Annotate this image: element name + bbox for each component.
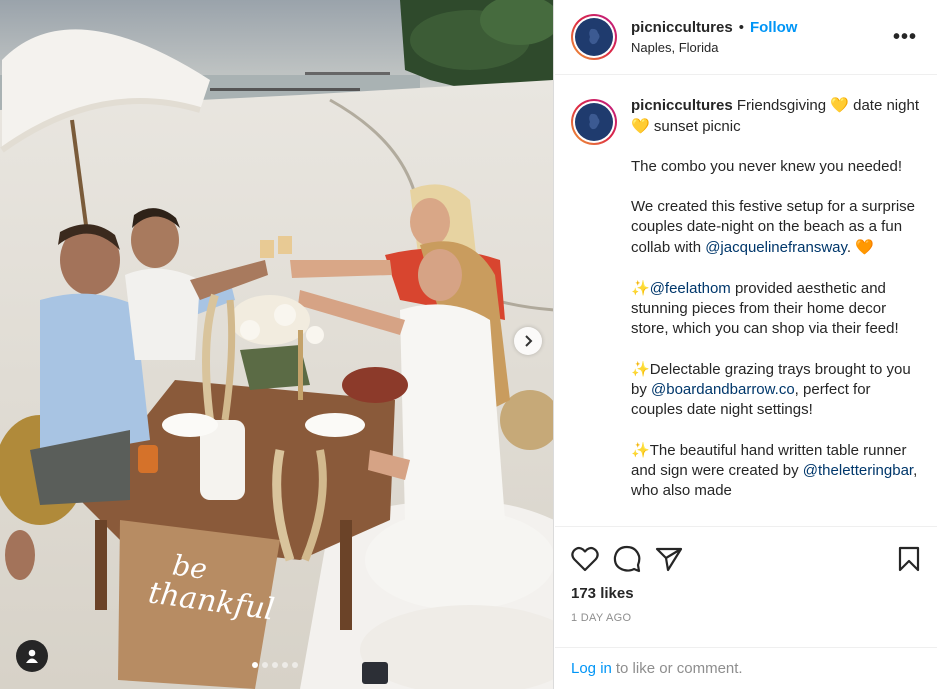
carousel-dot	[262, 662, 268, 668]
sparkles-icon: ✨	[631, 279, 650, 297]
comment-icon[interactable]	[613, 545, 641, 573]
post-timestamp[interactable]: 1 DAY AGO	[571, 612, 921, 624]
profile-logo-icon	[589, 28, 600, 45]
chevron-right-icon	[525, 335, 533, 347]
caption-paragraph-5: ✨Delectable grazing trays brought to you…	[631, 359, 921, 420]
header-username[interactable]: picniccultures	[631, 19, 733, 36]
caption-paragraph-6: ✨The beautiful hand written table runner…	[631, 440, 921, 501]
avatar[interactable]	[571, 14, 617, 60]
mention-link[interactable]: @theletteringbar	[803, 462, 913, 479]
tagged-users-button[interactable]	[16, 640, 48, 672]
orange-heart-icon: 🧡	[855, 238, 874, 256]
caption-paragraph-3: We created this festive setup for a surp…	[631, 197, 921, 258]
caption-text-c: sunset picnic	[649, 118, 741, 135]
caption-username[interactable]: picniccultures	[631, 97, 733, 114]
caption-avatar[interactable]	[571, 99, 617, 145]
yellow-heart-icon: 💛	[830, 96, 849, 114]
caption-p3-end: .	[846, 239, 856, 256]
carousel-dot	[292, 662, 298, 668]
login-prompt: Log in to like or comment.	[555, 647, 937, 689]
carousel-dot	[252, 662, 258, 668]
carousel-dot	[272, 662, 278, 668]
post-photo[interactable]: be thankful	[0, 0, 554, 689]
bookmark-icon[interactable]	[897, 546, 921, 572]
caption-paragraph-4: ✨@feelathom provided aesthetic and stunn…	[631, 278, 921, 339]
carousel-indicator	[252, 662, 298, 668]
carousel-dot	[282, 662, 288, 668]
carousel-next-button[interactable]	[514, 327, 542, 355]
post-actions: 173 likes 1 DAY AGO	[555, 526, 937, 647]
more-options-icon[interactable]: •••	[893, 26, 921, 49]
share-icon[interactable]	[655, 546, 683, 572]
more-options-label: •••	[892, 25, 917, 48]
login-prompt-text: to like or comment.	[615, 660, 743, 677]
header-bullet: •	[738, 19, 744, 36]
login-link[interactable]: Log in	[571, 660, 612, 677]
sparkles-icon: ✨	[631, 441, 650, 459]
mention-link[interactable]: @feelathom	[650, 280, 731, 297]
action-bar	[571, 539, 921, 579]
post-location[interactable]: Naples, Florida	[631, 40, 893, 55]
yellow-heart-icon: 💛	[631, 117, 650, 135]
caption-text-b: date night	[848, 97, 919, 114]
likes-count[interactable]: 173 likes	[571, 585, 921, 602]
profile-logo-icon	[589, 113, 600, 130]
picnic-photo-scene	[0, 0, 553, 689]
sparkles-icon: ✨	[631, 360, 650, 378]
caption-paragraph-1: picniccultures Friendsgiving 💛 date nigh…	[631, 95, 921, 137]
follow-button[interactable]: Follow	[750, 19, 798, 36]
caption-paragraph-2: The combo you never knew you needed!	[631, 158, 903, 175]
mention-link[interactable]: @jacquelinefransway	[705, 239, 847, 256]
post-side-panel: picniccultures • Follow Naples, Florida …	[555, 0, 937, 689]
caption-section: picniccultures Friendsgiving 💛 date nigh…	[555, 75, 937, 526]
caption-text-a: Friendsgiving	[732, 97, 831, 114]
mention-link[interactable]: @boardandbarrow.co	[651, 381, 795, 398]
user-icon	[26, 649, 38, 663]
post-header: picniccultures • Follow Naples, Florida …	[555, 0, 937, 75]
like-heart-icon[interactable]	[571, 546, 599, 572]
caption-text: picniccultures Friendsgiving 💛 date nigh…	[631, 95, 921, 526]
